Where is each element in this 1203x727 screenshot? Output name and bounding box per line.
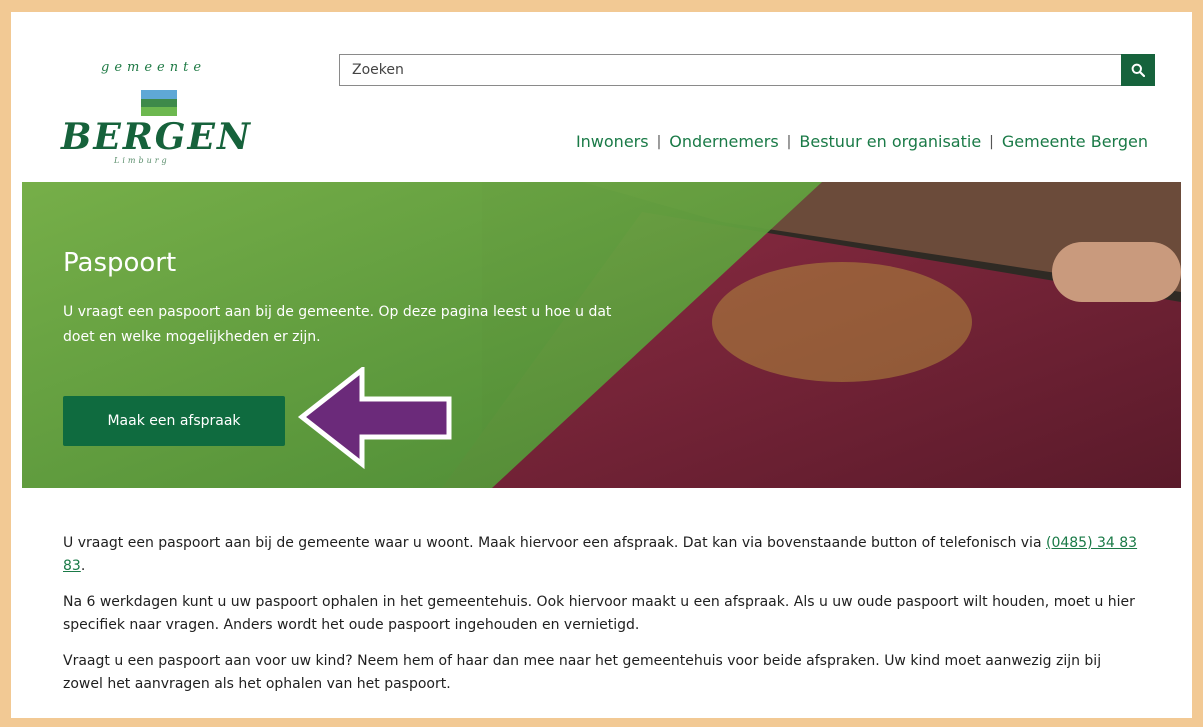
content-text: U vraagt een paspoort aan bij de gemeent… [63, 535, 1046, 551]
nav-item-gemeente-bergen[interactable]: Gemeente Bergen [1002, 132, 1148, 151]
make-appointment-button[interactable]: Maak een afspraak [63, 396, 285, 446]
main-nav: Inwoners | Ondernemers | Bestuur en orga… [576, 132, 1148, 151]
main-content: U vraagt een paspoort aan bij de gemeent… [63, 532, 1143, 709]
content-paragraph: Na 6 werkdagen kunt u uw paspoort ophale… [63, 594, 1135, 633]
nav-separator: | [786, 133, 792, 150]
nav-item-bestuur[interactable]: Bestuur en organisatie [799, 132, 981, 151]
search-icon [1131, 63, 1145, 77]
logo-sub-text: Limburg [114, 156, 170, 165]
nav-separator: | [989, 133, 994, 150]
content-text: . [80, 558, 86, 574]
municipality-logo[interactable]: gemeente BERGEN Limburg [61, 46, 261, 166]
nav-separator: | [656, 133, 662, 150]
nav-item-ondernemers[interactable]: Ondernemers [669, 132, 778, 151]
page-frame: gemeente BERGEN Limburg Inwoners | Onder… [11, 12, 1192, 718]
hero-intro-text: U vraagt een paspoort aan bij de gemeent… [63, 304, 612, 345]
logo-flag-icon [141, 90, 177, 116]
page-title: Paspoort [63, 248, 177, 278]
nav-item-inwoners[interactable]: Inwoners [576, 132, 649, 151]
content-paragraph: U vraagt een paspoort aan bij de gemeent… [63, 532, 1143, 578]
content-paragraph: Vraagt u een paspoort aan voor uw kind? … [63, 653, 1102, 692]
search-box [339, 54, 1155, 86]
search-input[interactable] [340, 55, 1120, 85]
search-button[interactable] [1121, 54, 1155, 86]
purple-arrow-icon [297, 367, 452, 470]
hero-banner: Paspoort U vraagt een paspoort aan bij d… [22, 182, 1181, 488]
logo-small-text: gemeente [101, 60, 207, 75]
logo-big-text: BERGEN [61, 116, 252, 158]
